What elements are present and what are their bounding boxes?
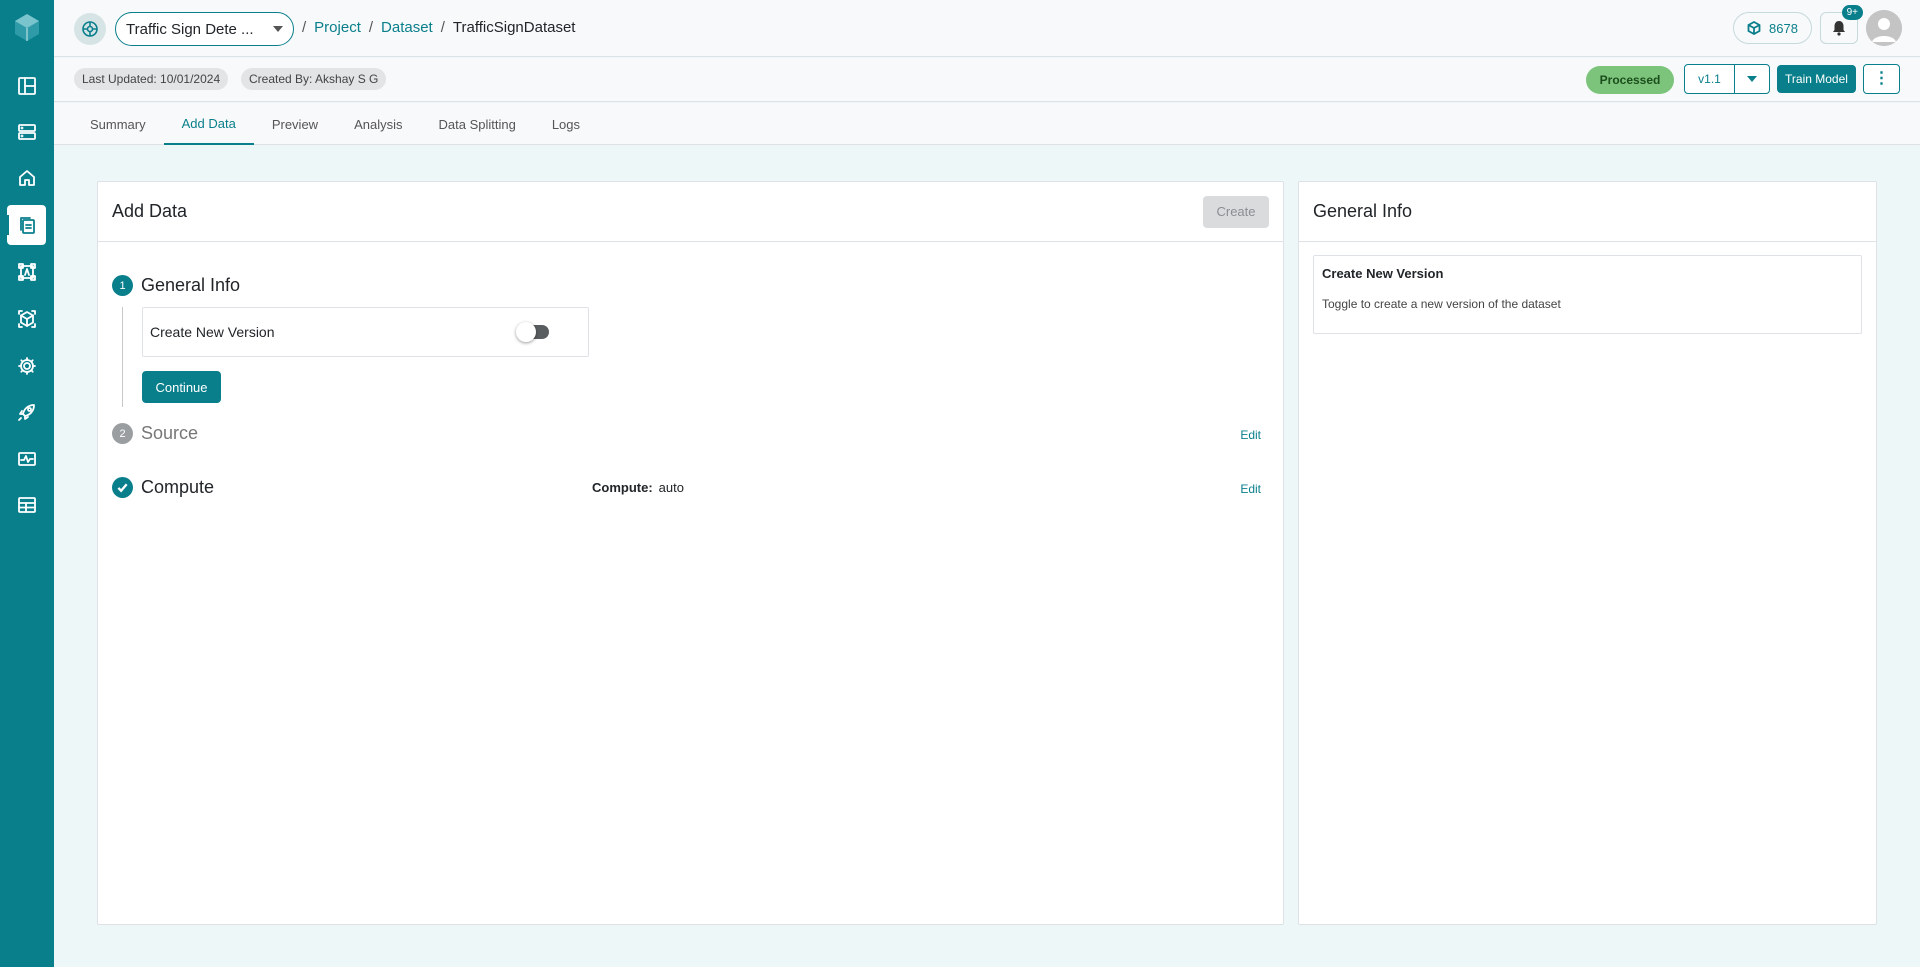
add-data-card: Add Data Create 1 General Info Create Ne…	[97, 181, 1284, 925]
create-button[interactable]: Create	[1203, 195, 1269, 228]
cube-icon	[1747, 21, 1761, 35]
tab-logs[interactable]: Logs	[534, 103, 598, 145]
step-title: Source	[141, 423, 199, 443]
created-by-chip: Created By: Akshay S G	[241, 68, 387, 90]
dataset-icon	[19, 217, 35, 234]
top-bar: Traffic Sign Dete ... / Project / Datase…	[54, 0, 1920, 57]
deploy-rocket-icon	[17, 404, 35, 421]
version-label[interactable]: v1.1	[1685, 65, 1735, 93]
compute-value: auto	[658, 480, 684, 495]
project-icon[interactable]	[74, 13, 106, 45]
card-title: Add Data	[112, 201, 188, 221]
step-number: 1	[112, 275, 133, 296]
model-icon	[17, 310, 36, 328]
breadcrumb: / Project / Dataset / TrafficSignDataset	[302, 19, 576, 36]
sidebar-item-dashboard[interactable]	[7, 66, 46, 106]
notifications-button[interactable]: 9+	[1820, 5, 1863, 44]
kebab-menu-icon: ⋮	[1873, 70, 1890, 87]
bell-icon	[1833, 21, 1845, 36]
help-title: Create New Version	[1322, 266, 1444, 281]
breadcrumb-dataset[interactable]: Dataset	[381, 19, 433, 36]
check-icon	[112, 477, 133, 498]
sidebar-item-settings[interactable]	[7, 346, 46, 386]
table-icon	[17, 497, 36, 513]
sidebar-item-monitoring[interactable]	[7, 439, 46, 479]
general-info-panel: General Info Create New Version Toggle t…	[1298, 181, 1877, 925]
help-description: Toggle to create a new version of the da…	[1322, 297, 1561, 311]
step-title: General Info	[141, 275, 241, 295]
monitoring-icon	[17, 452, 36, 466]
project-name: Traffic Sign Dete ...	[126, 20, 254, 38]
status-badge: Processed	[1586, 66, 1674, 94]
breadcrumb-project[interactable]: Project	[314, 19, 361, 36]
credits-button[interactable]: 8678	[1733, 12, 1812, 44]
step-connector	[122, 307, 123, 407]
sidebar-item-table[interactable]	[7, 485, 46, 525]
version-selector[interactable]: v1.1	[1684, 64, 1770, 94]
continue-button[interactable]: Continue	[142, 371, 221, 403]
compute-label: Compute:	[592, 480, 653, 495]
dashboard-icon	[17, 77, 36, 95]
train-model-button[interactable]: Train Model	[1777, 65, 1856, 93]
storage-icon	[17, 124, 36, 140]
chevron-down-icon	[1747, 76, 1757, 82]
avatar[interactable]	[1866, 10, 1902, 46]
sidebar	[0, 0, 54, 967]
project-selector[interactable]: Traffic Sign Dete ...	[115, 12, 294, 46]
tab-bar: Summary Add Data Preview Analysis Data S…	[54, 103, 1920, 145]
sidebar-item-models[interactable]	[7, 299, 46, 339]
help-box: Create New Version Toggle to create a ne…	[1313, 255, 1862, 334]
app-logo-icon[interactable]	[12, 12, 42, 42]
credits-count: 8678	[1769, 20, 1798, 36]
create-new-version-field: Create New Version	[142, 307, 589, 357]
compute-summary: Compute: auto	[592, 480, 684, 495]
tab-summary[interactable]: Summary	[72, 103, 164, 145]
last-updated-chip: Last Updated: 10/01/2024	[74, 68, 229, 90]
chevron-down-icon	[273, 26, 283, 32]
compute-edit-link[interactable]: Edit	[1240, 482, 1261, 496]
notification-badge: 9+	[1841, 5, 1863, 20]
version-dropdown-button[interactable]	[1735, 65, 1769, 93]
tab-add-data[interactable]: Add Data	[163, 103, 254, 145]
source-edit-link[interactable]: Edit	[1240, 428, 1261, 442]
sidebar-item-deploy[interactable]	[7, 392, 46, 432]
home-icon	[18, 170, 35, 186]
settings-gear-icon	[17, 357, 36, 375]
step-source[interactable]: 2 Source	[112, 423, 198, 444]
sidebar-item-storage[interactable]	[7, 112, 46, 152]
panel-title: General Info	[1313, 201, 1413, 221]
step-general-info[interactable]: 1 General Info	[112, 275, 240, 296]
toggle-label: Create New Version	[150, 324, 275, 340]
sidebar-item-home[interactable]	[7, 158, 46, 198]
breadcrumb-current: TrafficSignDataset	[452, 19, 576, 36]
step-compute[interactable]: Compute	[112, 477, 214, 498]
dataset-info-bar: Last Updated: 10/01/2024 Created By: Aks…	[54, 58, 1920, 102]
more-options-button[interactable]: ⋮	[1863, 64, 1900, 94]
sidebar-item-annotation[interactable]	[7, 252, 46, 292]
step-number: 2	[112, 423, 133, 444]
create-new-version-toggle[interactable]	[516, 322, 549, 342]
step-title: Compute	[141, 477, 215, 497]
sidebar-item-dataset[interactable]	[6, 205, 46, 245]
tab-data-splitting[interactable]: Data Splitting	[421, 103, 534, 145]
annotation-icon	[17, 263, 36, 281]
tab-analysis[interactable]: Analysis	[336, 103, 420, 145]
tab-preview[interactable]: Preview	[254, 103, 336, 145]
